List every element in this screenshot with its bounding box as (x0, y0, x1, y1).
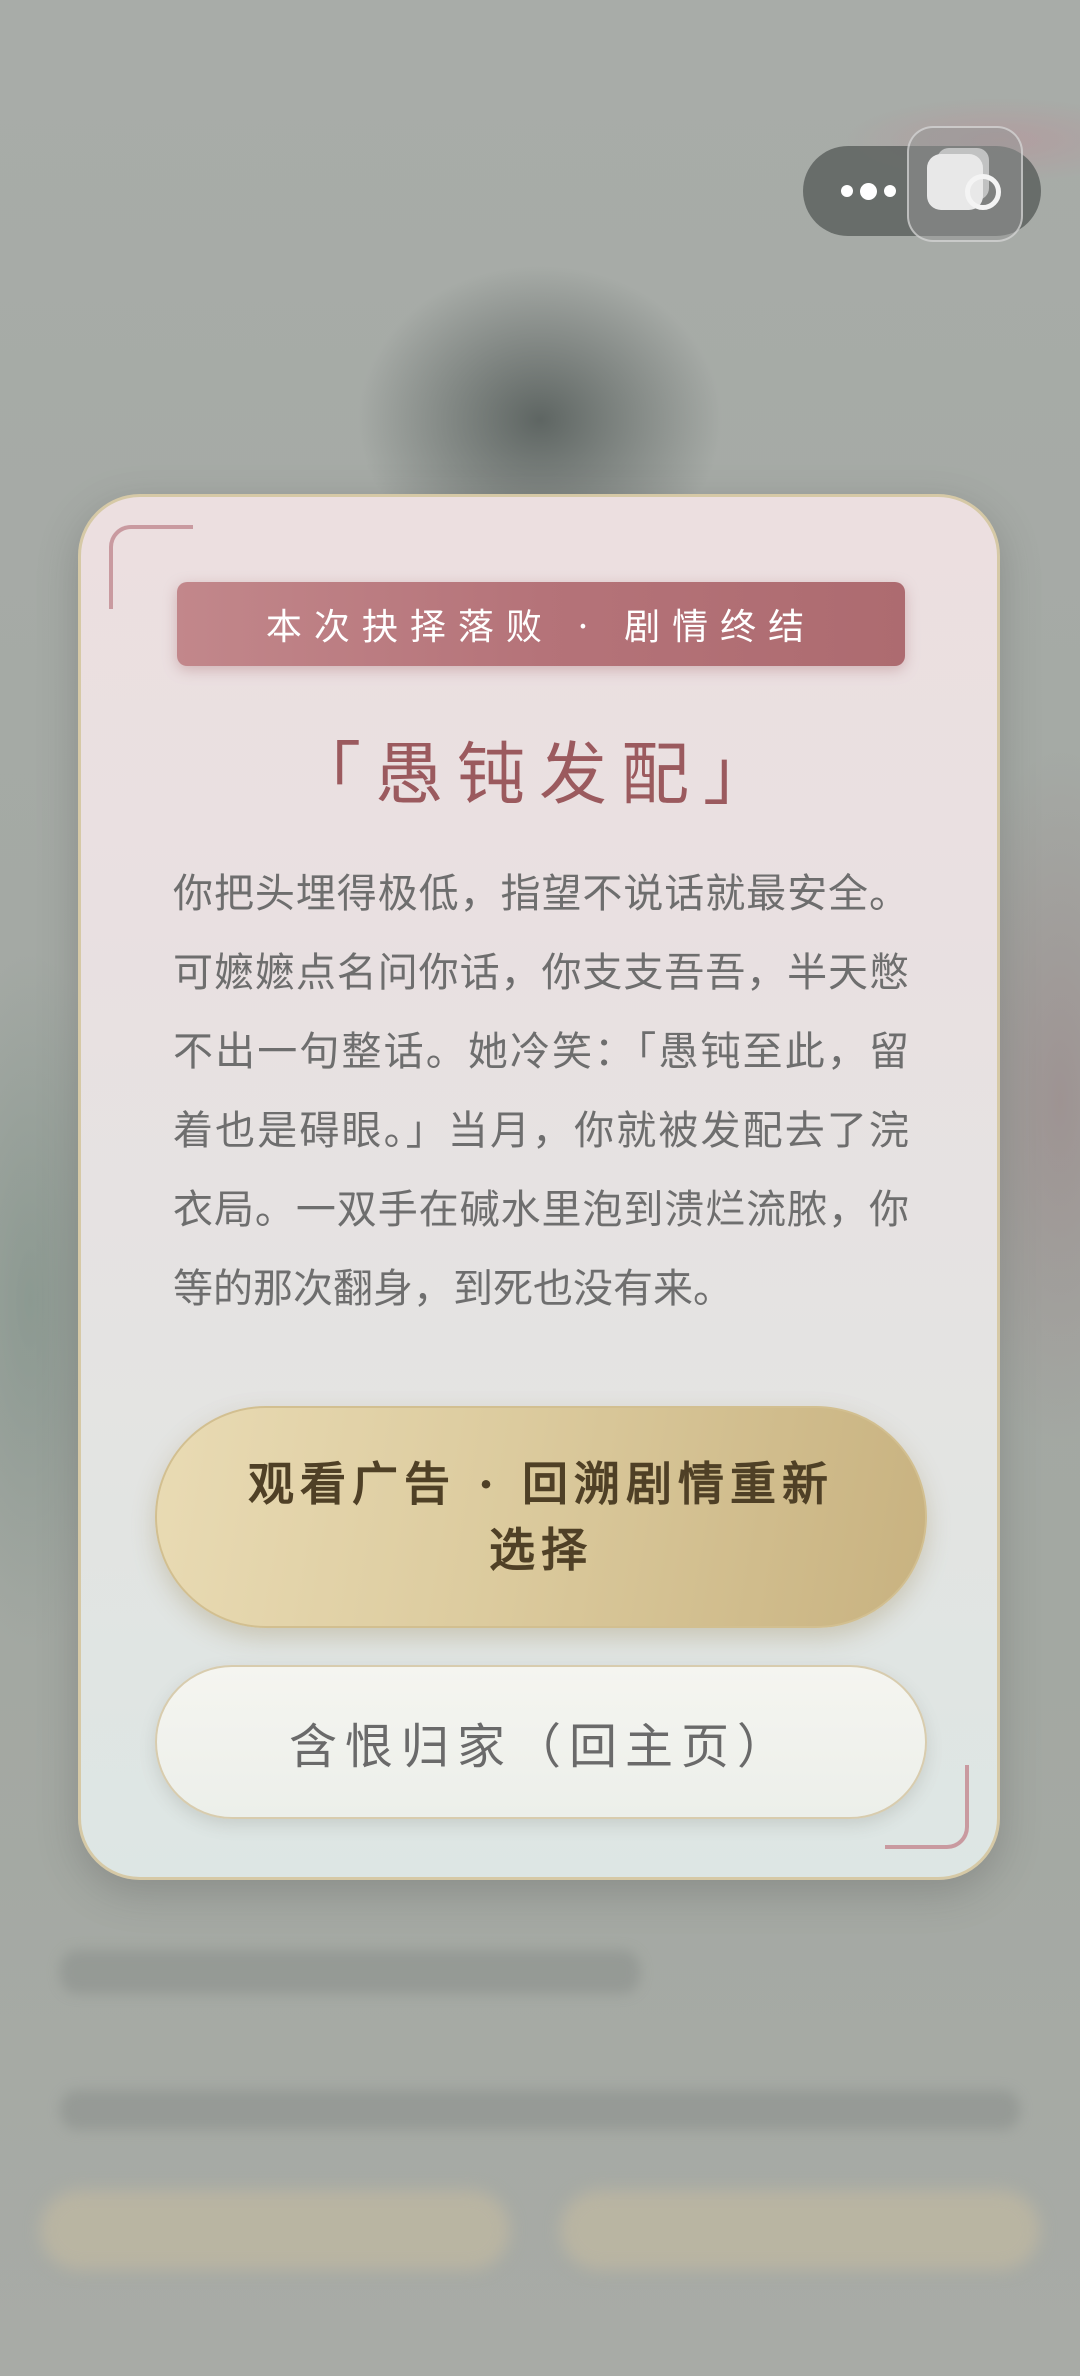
blurred-bg-text (60, 2090, 1020, 2130)
game-over-dialog: 本次抉择落败 · 剧情终结 「愚钝发配」 你把头埋得极低，指望不说话就最安全。可… (78, 494, 1000, 1880)
blurred-bg-button (560, 2190, 1040, 2270)
blurred-bg-button (40, 2190, 510, 2270)
more-dots-icon[interactable] (833, 146, 903, 236)
result-banner: 本次抉择落败 · 剧情终结 (177, 582, 905, 666)
ending-description: 你把头埋得极低，指望不说话就最安全。可嬷嬷点名问你话，你支支吾吾，半天憋不出一句… (173, 871, 909, 1312)
capsule-menu (803, 126, 1041, 242)
close-miniprogram-icon[interactable] (907, 126, 1023, 242)
blurred-bg-text (60, 1950, 640, 1994)
return-home-button[interactable]: 含恨归家（回主页） (155, 1665, 927, 1819)
ending-title: 「愚钝发配」 (292, 736, 785, 815)
watch-ad-rewind-button[interactable]: 观看广告 · 回溯剧情重新选择 (155, 1406, 927, 1628)
